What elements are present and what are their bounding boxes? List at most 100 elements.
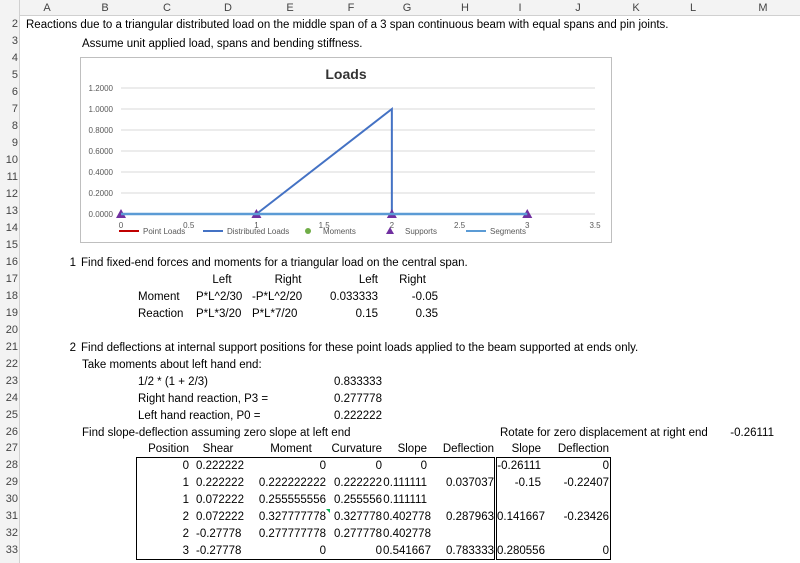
- table-cell-slope[interactable]: 0.402778: [383, 526, 431, 542]
- row-header-10[interactable]: 10: [0, 154, 18, 166]
- row-header-9[interactable]: 9: [0, 137, 18, 149]
- column-header-k[interactable]: K: [612, 2, 660, 14]
- row-header-2[interactable]: 2: [0, 18, 18, 30]
- row-header-20[interactable]: 20: [0, 324, 18, 336]
- table-cell-curvature[interactable]: 0.222222: [326, 475, 382, 491]
- loads-chart[interactable]: Loads 0.0000 0.2000 0.4000 0.6000 0.8000 1.000…: [80, 57, 612, 243]
- table-cell-deflection-rot[interactable]: -0.22407: [544, 475, 609, 491]
- table-cell-curvature[interactable]: 0: [326, 458, 382, 474]
- row-header-33[interactable]: 33: [0, 544, 18, 556]
- calc-label-2[interactable]: Right hand reaction, P3 =: [138, 391, 268, 407]
- row-header-26[interactable]: 26: [0, 426, 18, 438]
- row-header-24[interactable]: 24: [0, 392, 18, 404]
- column-header-e[interactable]: E: [258, 2, 322, 14]
- row-header-27[interactable]: 27: [0, 442, 18, 454]
- assume-line[interactable]: Assume unit applied load, spans and bend…: [82, 36, 362, 52]
- column-header-l[interactable]: L: [660, 2, 726, 14]
- table-cell-moment[interactable]: 0.222222222: [246, 475, 326, 491]
- table-cell-moment[interactable]: 0: [246, 543, 326, 559]
- fe-reaction-formula-right[interactable]: P*L*7/20: [252, 306, 297, 322]
- table-cell-slope[interactable]: 0.541667: [383, 543, 431, 559]
- row-header-17[interactable]: 17: [0, 273, 18, 285]
- table-cell-shear[interactable]: 0.072222: [196, 492, 246, 508]
- table-cell-shear[interactable]: -0.27778: [196, 526, 246, 542]
- row-header-29[interactable]: 29: [0, 476, 18, 488]
- calc-value-1[interactable]: 0.833333: [334, 374, 382, 390]
- row-header-7[interactable]: 7: [0, 103, 18, 115]
- table-cell-moment[interactable]: 0.277777778: [246, 526, 326, 542]
- table-cell-shear[interactable]: 0.222222: [196, 475, 246, 491]
- row-header-30[interactable]: 30: [0, 493, 18, 505]
- table-cell-curvature[interactable]: 0: [326, 543, 382, 559]
- column-header-i[interactable]: I: [496, 2, 544, 14]
- row-header-11[interactable]: 11: [0, 171, 18, 183]
- table-cell-deflection[interactable]: 0.783333: [428, 543, 494, 559]
- row-header-25[interactable]: 25: [0, 409, 18, 421]
- table-cell-position[interactable]: 0: [136, 458, 189, 474]
- table-cell-deflection-rot[interactable]: 0: [544, 543, 609, 559]
- table-cell-shear[interactable]: 0.072222: [196, 509, 246, 525]
- table-cell-deflection-rot[interactable]: -0.23426: [544, 509, 609, 525]
- table-cell-slope-rot[interactable]: 0.141667: [497, 509, 545, 525]
- table-cell-position[interactable]: 2: [136, 526, 189, 542]
- row-header-31[interactable]: 31: [0, 510, 18, 522]
- calc-value-2[interactable]: 0.277778: [334, 391, 382, 407]
- column-header-g[interactable]: G: [380, 2, 434, 14]
- table-cell-slope[interactable]: 0: [383, 458, 427, 474]
- rotate-value[interactable]: -0.26111: [722, 425, 774, 441]
- row-header-32[interactable]: 32: [0, 527, 18, 539]
- table-cell-shear[interactable]: 0.222222: [196, 458, 246, 474]
- row-header-19[interactable]: 19: [0, 307, 18, 319]
- row-header-21[interactable]: 21: [0, 341, 18, 353]
- table-cell-slope-rot[interactable]: 0.280556: [497, 543, 545, 559]
- column-header-f[interactable]: F: [322, 2, 380, 14]
- fe-reaction-right[interactable]: 0.35: [380, 306, 438, 322]
- table-cell-slope[interactable]: 0.111111: [383, 492, 427, 508]
- column-header-d[interactable]: D: [198, 2, 258, 14]
- row-header-28[interactable]: 28: [0, 459, 18, 471]
- table-cell-shear[interactable]: -0.27778: [196, 543, 246, 559]
- fe-moment-left[interactable]: 0.033333: [322, 289, 378, 305]
- fe-reaction-formula-left[interactable]: P*L*3/20: [196, 306, 241, 322]
- row-header-8[interactable]: 8: [0, 120, 18, 132]
- table-cell-position[interactable]: 1: [136, 475, 189, 491]
- step1-text[interactable]: Find fixed-end forces and moments for a …: [81, 255, 468, 271]
- row-header-15[interactable]: 15: [0, 239, 18, 251]
- table-cell-slope-rot[interactable]: -0.15: [497, 475, 541, 491]
- row-header-12[interactable]: 12: [0, 188, 18, 200]
- column-header-m[interactable]: M: [726, 2, 800, 14]
- fe-moment-formula-right[interactable]: -P*L^2/20: [252, 289, 302, 305]
- moments-line[interactable]: Take moments about left hand end:: [82, 357, 262, 373]
- column-header-h[interactable]: H: [434, 2, 496, 14]
- row-header-5[interactable]: 5: [0, 69, 18, 81]
- row-header-23[interactable]: 23: [0, 375, 18, 387]
- fe-moment-formula-left[interactable]: P*L^2/30: [196, 289, 242, 305]
- table-cell-position[interactable]: 1: [136, 492, 189, 508]
- column-header-j[interactable]: J: [544, 2, 612, 14]
- row-header-22[interactable]: 22: [0, 358, 18, 370]
- column-header-b[interactable]: B: [74, 2, 136, 14]
- row-header-18[interactable]: 18: [0, 290, 18, 302]
- slope-line[interactable]: Find slope-deflection assuming zero slop…: [82, 425, 351, 441]
- table-cell-deflection[interactable]: 0.037037: [428, 475, 494, 491]
- table-cell-curvature[interactable]: 0.255556: [326, 492, 382, 508]
- row-header-4[interactable]: 4: [0, 52, 18, 64]
- table-cell-position[interactable]: 2: [136, 509, 189, 525]
- column-header-a[interactable]: A: [20, 2, 74, 14]
- calc-value-3[interactable]: 0.222222: [334, 408, 382, 424]
- table-cell-slope-rot[interactable]: -0.26111: [497, 458, 541, 474]
- row-header-16[interactable]: 16: [0, 256, 18, 268]
- table-cell-moment[interactable]: 0: [246, 458, 326, 474]
- table-cell-curvature[interactable]: 0.327778: [326, 509, 382, 525]
- table-cell-moment[interactable]: 0.327777778: [246, 509, 326, 525]
- row-header-3[interactable]: 3: [0, 35, 18, 47]
- step2-text[interactable]: Find deflections at internal support pos…: [81, 340, 638, 356]
- row-header-14[interactable]: 14: [0, 222, 18, 234]
- fe-reaction-left[interactable]: 0.15: [322, 306, 378, 322]
- table-cell-deflection[interactable]: 0.287963: [428, 509, 494, 525]
- rotate-label[interactable]: Rotate for zero displacement at right en…: [500, 425, 708, 441]
- table-cell-slope[interactable]: 0.111111: [383, 475, 427, 491]
- calc-label-3[interactable]: Left hand reaction, P0 =: [138, 408, 260, 424]
- table-cell-position[interactable]: 3: [136, 543, 189, 559]
- table-cell-slope[interactable]: 0.402778: [383, 509, 431, 525]
